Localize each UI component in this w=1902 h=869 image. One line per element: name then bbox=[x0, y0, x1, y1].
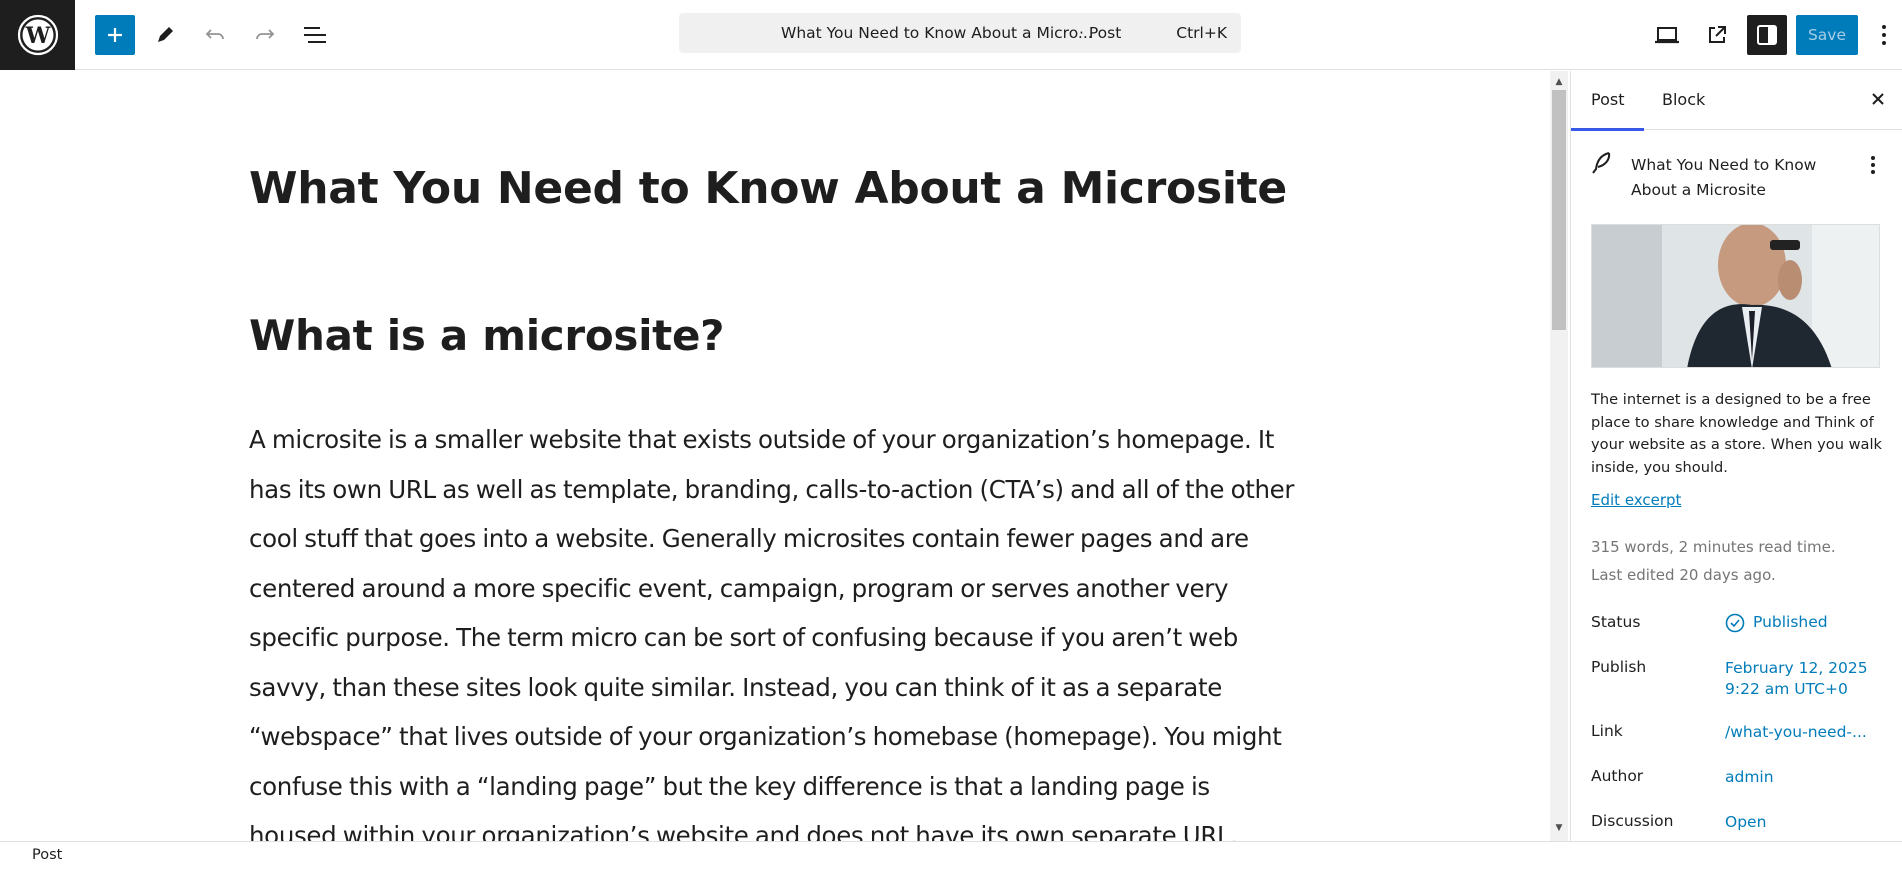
save-button[interactable]: Save bbox=[1796, 15, 1858, 55]
status-label: Status bbox=[1591, 613, 1641, 631]
post-excerpt: The internet is a designed to be a free … bbox=[1591, 391, 1882, 476]
post-icon bbox=[1591, 151, 1613, 179]
scroll-up-arrow-icon[interactable]: ▲ bbox=[1553, 76, 1565, 88]
tab-block[interactable]: Block bbox=[1662, 90, 1705, 109]
word-count-text: 315 words, 2 minutes read time. bbox=[1591, 538, 1836, 556]
publish-date: February 12, 2025 bbox=[1725, 659, 1868, 677]
undo-button[interactable] bbox=[195, 15, 235, 55]
sidebar-toggle-icon bbox=[1757, 25, 1777, 45]
svg-text:W: W bbox=[24, 23, 50, 49]
paragraph-block[interactable]: A microsite is a smaller website that ex… bbox=[249, 415, 1301, 841]
discussion-value-button[interactable]: Open bbox=[1725, 812, 1766, 833]
redo-button[interactable] bbox=[245, 15, 285, 55]
post-stats: 315 words, 2 minutes read time. Last edi… bbox=[1591, 533, 1836, 589]
add-block-button[interactable] bbox=[95, 15, 135, 55]
options-button[interactable] bbox=[1869, 15, 1899, 55]
publish-time: 9:22 am UTC+0 bbox=[1725, 680, 1848, 698]
preview-button[interactable] bbox=[1647, 15, 1687, 55]
document-type: · Post bbox=[1079, 24, 1122, 42]
undo-icon bbox=[205, 29, 224, 40]
publish-date-button[interactable]: February 12, 2025 9:22 am UTC+0 bbox=[1725, 658, 1868, 700]
external-link-icon bbox=[1709, 26, 1726, 43]
redo-icon bbox=[256, 29, 275, 40]
link-value-button[interactable]: /what-you-need-... bbox=[1725, 722, 1867, 743]
link-label: Link bbox=[1591, 722, 1623, 740]
settings-button[interactable] bbox=[1747, 15, 1787, 55]
view-post-button[interactable] bbox=[1697, 15, 1737, 55]
scroll-down-arrow-icon[interactable]: ▼ bbox=[1553, 822, 1565, 834]
document-overview-button[interactable] bbox=[295, 15, 335, 55]
last-edited-text: Last edited 20 days ago. bbox=[1591, 566, 1776, 584]
breadcrumb-post[interactable]: Post bbox=[32, 847, 62, 863]
sidebar-tabs: Post Block bbox=[1570, 71, 1902, 131]
more-vertical-icon[interactable] bbox=[1861, 153, 1885, 177]
author-value-button[interactable]: admin bbox=[1725, 767, 1774, 788]
editor-scrollbar-thumb[interactable] bbox=[1552, 90, 1566, 330]
close-icon[interactable] bbox=[1866, 87, 1890, 111]
block-breadcrumb-bar: Post bbox=[0, 841, 1902, 869]
settings-sidebar: Post Block What You Need to Know About a… bbox=[1570, 71, 1902, 841]
editor-canvas[interactable]: What You Need to Know About a Microsite … bbox=[0, 71, 1550, 841]
keyboard-shortcut: Ctrl+K bbox=[1176, 24, 1227, 42]
desktop-preview-icon bbox=[1655, 27, 1679, 44]
publish-label: Publish bbox=[1591, 658, 1647, 676]
published-check-icon bbox=[1725, 613, 1745, 632]
featured-image[interactable] bbox=[1591, 224, 1880, 368]
discussion-label: Discussion bbox=[1591, 812, 1674, 830]
list-view-icon bbox=[304, 27, 326, 43]
tools-button[interactable] bbox=[145, 15, 185, 55]
sidebar-post-title: What You Need to Know About a Microsite bbox=[1631, 156, 1817, 199]
tab-post[interactable]: Post bbox=[1570, 90, 1646, 131]
command-palette-trigger[interactable]: What You Need to Know About a Micro... ·… bbox=[679, 13, 1241, 53]
status-value: Published bbox=[1753, 613, 1828, 631]
plus-icon bbox=[108, 28, 122, 42]
more-vertical-icon bbox=[1882, 25, 1886, 45]
wordpress-logo-icon[interactable]: W bbox=[0, 0, 75, 70]
edit-excerpt-link[interactable]: Edit excerpt bbox=[1591, 491, 1681, 509]
pencil-icon bbox=[158, 27, 173, 42]
author-label: Author bbox=[1591, 767, 1644, 785]
document-title: What You Need to Know About a Micro... bbox=[781, 24, 1093, 42]
editor-header: W What You Need to Know About a Micro...… bbox=[0, 0, 1902, 70]
heading-block[interactable]: What is a microsite? bbox=[249, 311, 725, 360]
post-title[interactable]: What You Need to Know About a Microsite bbox=[249, 163, 1287, 214]
status-value-button[interactable]: Published bbox=[1725, 612, 1828, 633]
